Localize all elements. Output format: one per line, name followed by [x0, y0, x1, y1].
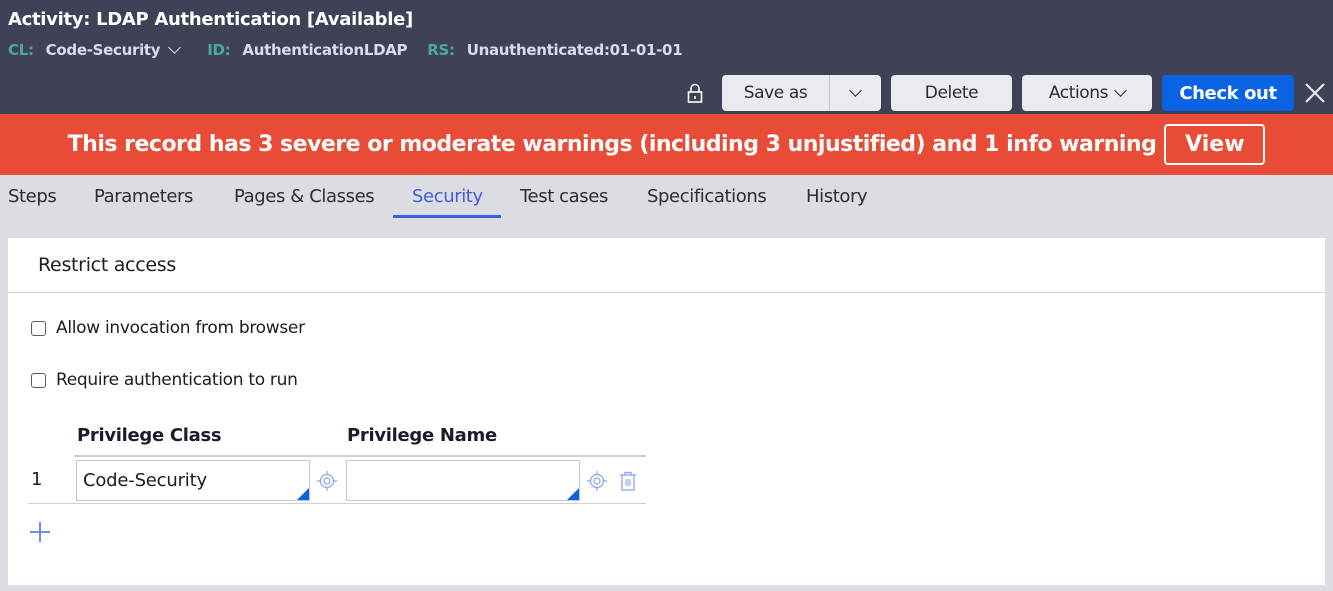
record-title: Activity: LDAP Authentication [Available… [8, 9, 413, 30]
allow-invocation-checkbox[interactable] [31, 320, 46, 336]
active-tab-indicator [393, 215, 501, 218]
save-as-dropdown-button[interactable] [830, 75, 880, 111]
privilege-class-value: Code-Security [83, 470, 207, 491]
warnings-banner: This record has 3 severe or moderate war… [0, 114, 1333, 175]
row-index: 1 [31, 469, 43, 490]
column-header-privilege-class: Privilege Class [77, 425, 222, 446]
tab-history[interactable]: History [806, 186, 868, 207]
restrict-access-panel: Restrict access Allow invocation from br… [8, 238, 1325, 585]
tab-security[interactable]: Security [412, 186, 483, 207]
rule-tabs: Steps Parameters Pages & Classes Securit… [0, 175, 1333, 220]
class-value[interactable]: Code-Security [46, 41, 161, 59]
privilege-class-input[interactable]: Code-Security [76, 460, 310, 501]
tab-test-cases[interactable]: Test cases [520, 186, 608, 207]
crosshair-icon[interactable] [316, 470, 338, 492]
column-header-privilege-name: Privilege Name [347, 425, 497, 446]
autocomplete-corner-icon [567, 488, 579, 500]
warnings-message: This record has 3 severe or moderate war… [67, 132, 1157, 157]
allow-invocation-label[interactable]: Allow invocation from browser [56, 318, 305, 338]
crosshair-icon[interactable] [586, 470, 608, 492]
save-as-button[interactable]: Save as [722, 75, 830, 111]
plus-icon[interactable] [29, 521, 51, 543]
allow-invocation-option: Allow invocation from browser [31, 318, 305, 338]
tab-steps[interactable]: Steps [8, 186, 57, 207]
tab-specifications[interactable]: Specifications [647, 186, 767, 207]
check-out-button[interactable]: Check out [1162, 75, 1294, 111]
section-divider [8, 292, 1325, 293]
actions-button[interactable]: Actions [1022, 75, 1152, 111]
delete-button[interactable]: Delete [891, 75, 1012, 111]
record-header: Activity: LDAP Authentication [Available… [0, 0, 1333, 114]
privilege-name-input[interactable] [346, 460, 580, 501]
section-title: Restrict access [38, 254, 176, 276]
ruleset-value: Unauthenticated:01-01-01 [466, 41, 683, 59]
autocomplete-corner-icon [297, 488, 309, 500]
require-authentication-checkbox[interactable] [31, 372, 46, 388]
id-key: ID: [207, 41, 231, 59]
actions-label: Actions [1048, 83, 1109, 103]
chevron-down-icon [1114, 84, 1128, 97]
table-row-divider [28, 503, 646, 504]
view-warnings-button[interactable]: View [1164, 124, 1266, 165]
tab-parameters[interactable]: Parameters [94, 186, 193, 207]
record-meta: CL: Code-Security ID: AuthenticationLDAP… [8, 40, 702, 59]
close-icon[interactable] [1303, 81, 1327, 105]
save-as-button-group: Save as [722, 75, 881, 111]
chevron-down-icon [848, 84, 862, 97]
require-authentication-label[interactable]: Require authentication to run [56, 370, 298, 390]
ruleset-key: RS: [427, 41, 455, 59]
chevron-down-icon[interactable] [168, 40, 182, 54]
lock-icon [687, 83, 703, 103]
require-authentication-option: Require authentication to run [31, 370, 298, 390]
table-header-divider [74, 455, 646, 457]
delete-row-icon[interactable] [617, 470, 639, 492]
class-key: CL: [8, 41, 34, 59]
tab-pages-classes[interactable]: Pages & Classes [234, 186, 375, 207]
id-value: AuthenticationLDAP [242, 41, 408, 59]
